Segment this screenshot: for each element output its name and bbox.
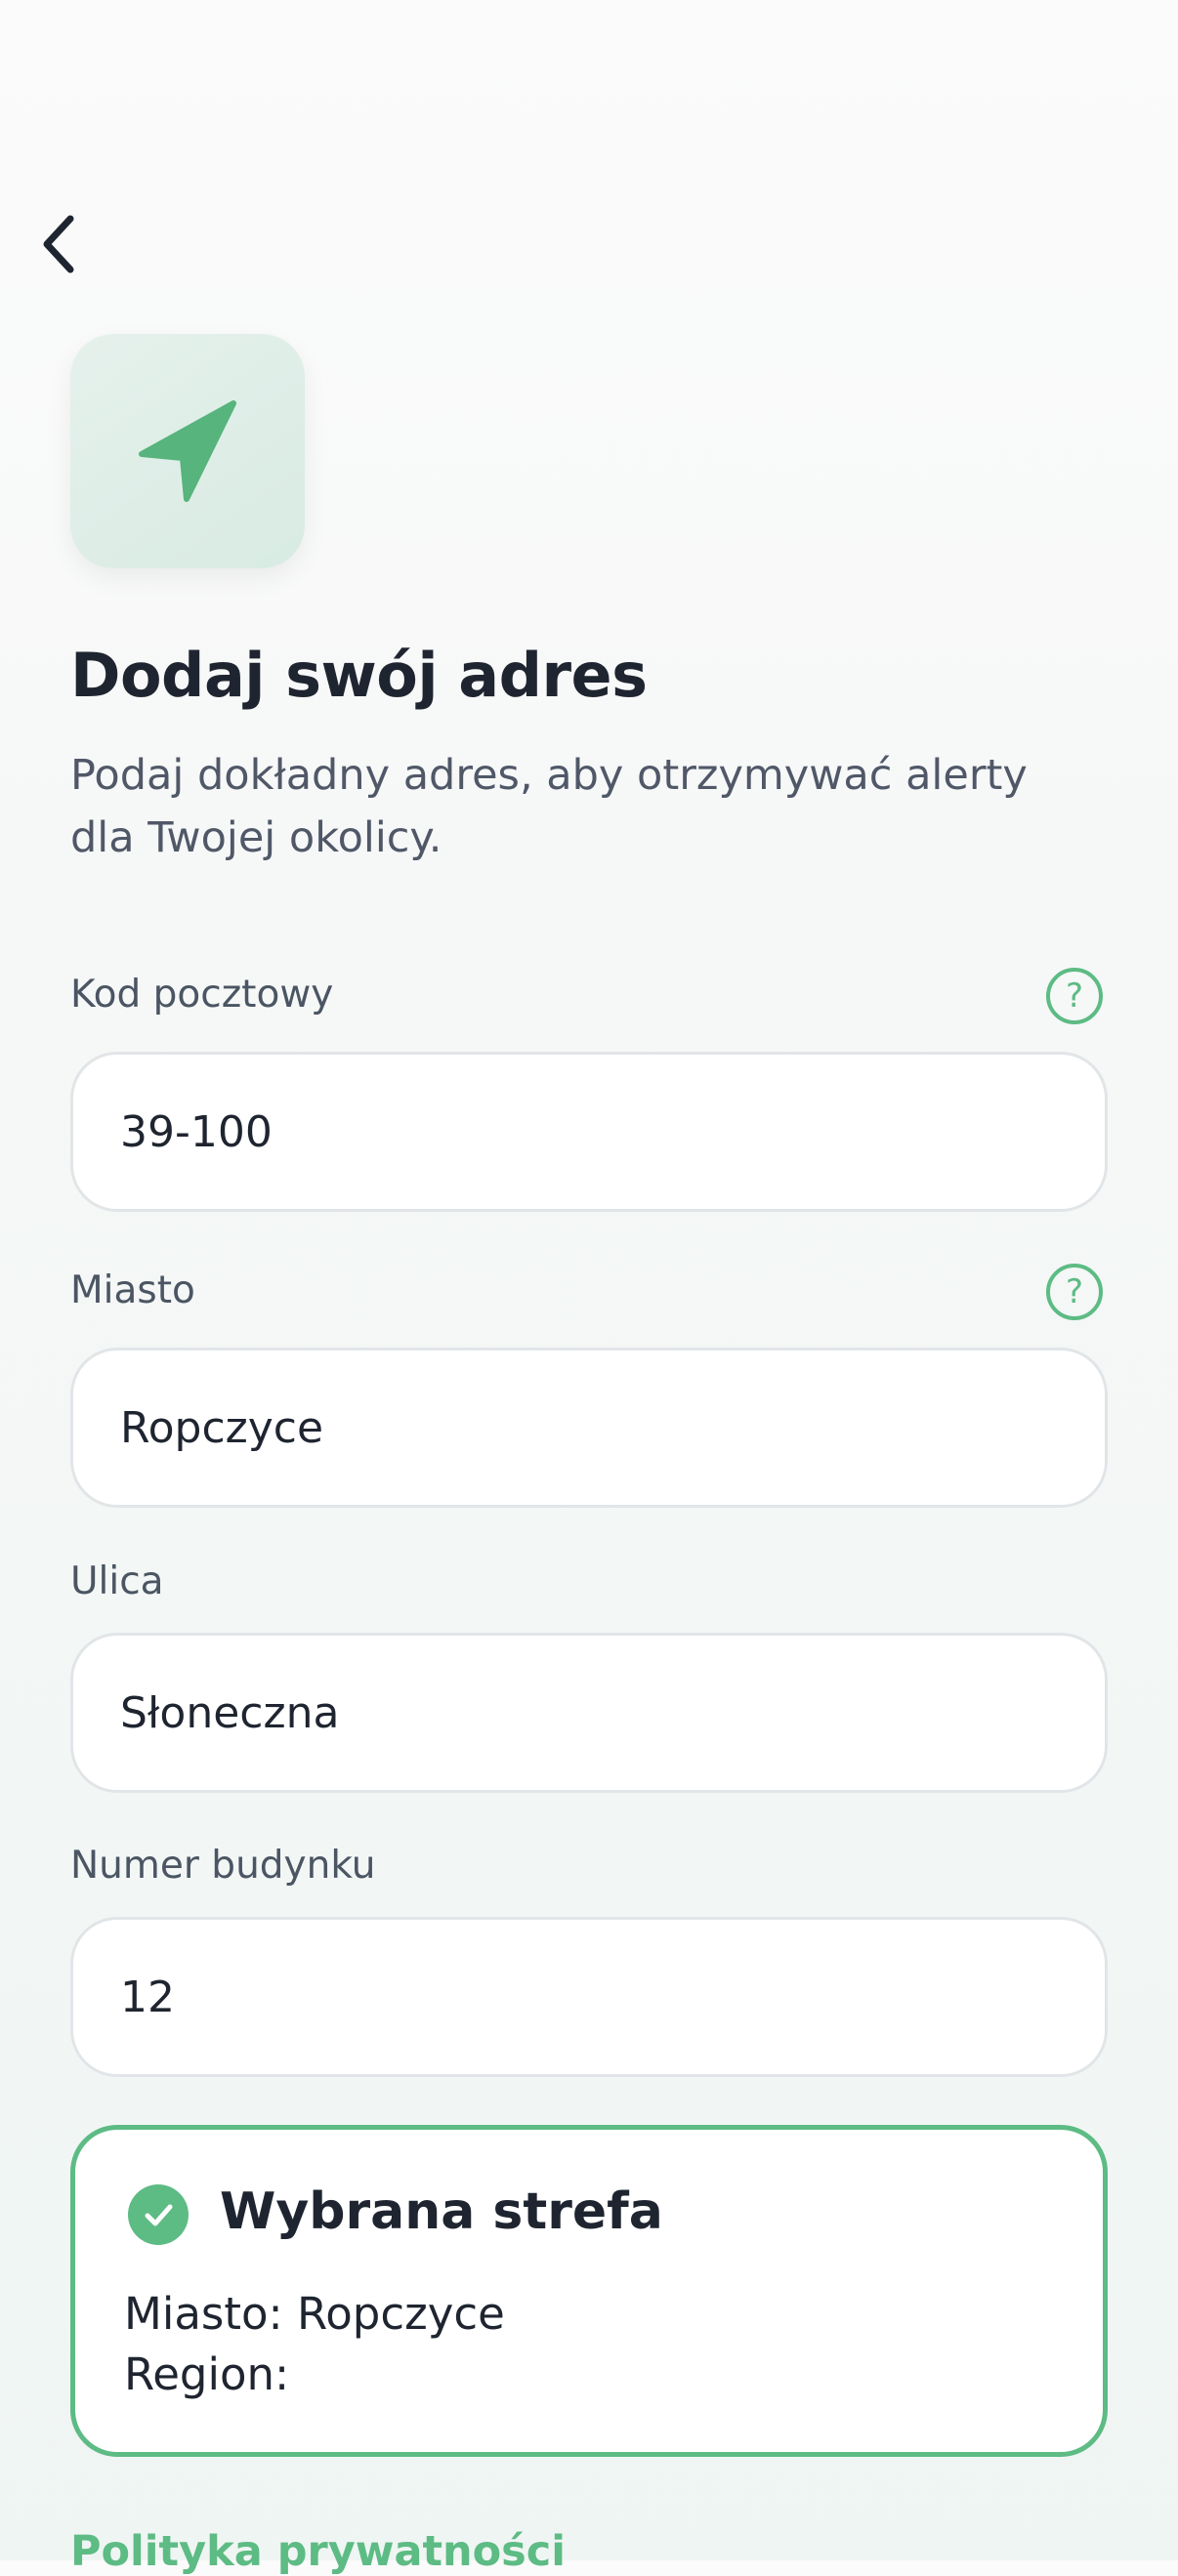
navigation-arrow-icon: [139, 400, 236, 502]
selected-zone-card: Wybrana strefa Miasto: Ropczyce Region:: [70, 2125, 1108, 2457]
postal-code-help-icon[interactable]: ?: [1046, 968, 1103, 1024]
city-help-icon[interactable]: ?: [1046, 1264, 1103, 1320]
chevron-left-icon: [43, 215, 74, 273]
zone-title: Wybrana strefa: [220, 2182, 663, 2241]
street-label: Ulica: [70, 1559, 164, 1603]
page-title: Dodaj swój adres: [70, 640, 648, 711]
back-button[interactable]: [27, 205, 90, 283]
page-subtitle: Podaj dokładny adres, aby otrzymywać ale…: [70, 751, 1028, 862]
city-label: Miasto: [70, 1268, 195, 1312]
check-circle-icon: [128, 2184, 189, 2245]
street-input[interactable]: [70, 1633, 1108, 1793]
privacy-policy-link[interactable]: Polityka prywatności: [70, 2527, 566, 2576]
zone-city-line: Miasto: Ropczyce: [124, 2288, 505, 2340]
building-number-label: Numer budynku: [70, 1844, 376, 1888]
postal-code-label: Kod pocztowy: [70, 973, 334, 1017]
zone-region-line: Region:: [124, 2348, 290, 2400]
building-number-input[interactable]: [70, 1917, 1108, 2077]
postal-code-input[interactable]: [70, 1052, 1108, 1212]
city-input[interactable]: [70, 1348, 1108, 1508]
location-app-icon: [70, 334, 305, 568]
